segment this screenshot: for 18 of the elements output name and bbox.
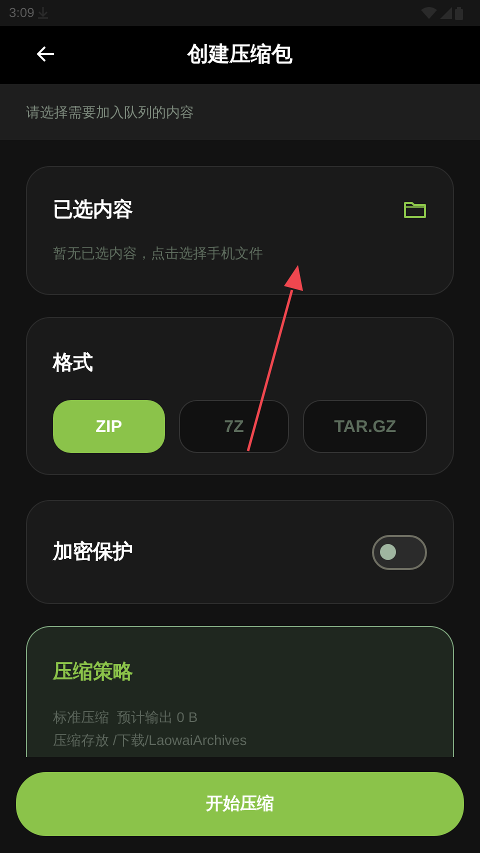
selected-content-card[interactable]: 已选内容 暂无已选内容，点击选择手机文件 — [26, 166, 454, 295]
empty-hint-text: 暂无已选内容，点击选择手机文件 — [53, 244, 264, 263]
card-title: 压缩策略 — [53, 660, 134, 685]
folder-icon[interactable] — [404, 201, 426, 218]
card-title: 格式 — [53, 351, 94, 376]
format-option[interactable]: ZIP — [53, 400, 165, 453]
strategy-text: 标准压缩 预计输出 0 B — [53, 708, 199, 727]
format-option[interactable]: TAR.GZ — [303, 400, 427, 453]
toggle-switch[interactable] — [372, 534, 427, 570]
screen-title: 创建压缩包 — [188, 42, 292, 68]
encryption-label: 加密保护 — [53, 540, 133, 565]
status-time: 3:09 — [9, 4, 34, 22]
subtitle-text: 请选择需要加入队列的内容 — [26, 102, 194, 122]
start-compress-button[interactable]: 开始压缩 — [16, 772, 464, 836]
back-icon[interactable] — [37, 46, 55, 62]
format-option[interactable]: 7Z — [178, 400, 290, 453]
strategy-text: 压缩存放 /下载/LaowaiArchives — [53, 731, 248, 750]
card-title: 已选内容 — [53, 198, 133, 223]
